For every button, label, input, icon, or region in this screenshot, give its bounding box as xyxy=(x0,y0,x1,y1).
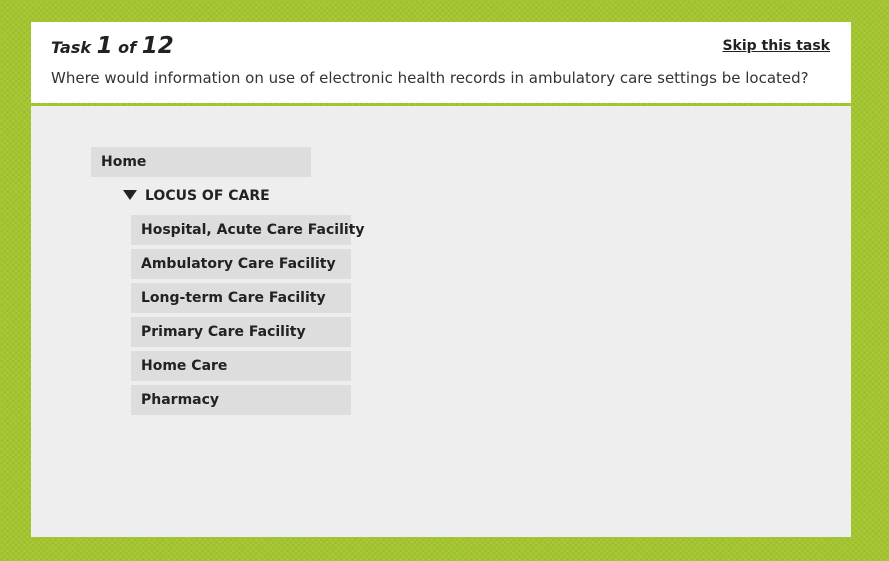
task-current-number: 1 xyxy=(96,33,113,59)
tree-node-hospital-acute-care[interactable]: Hospital, Acute Care Facility xyxy=(131,215,364,245)
task-question: Where would information on use of electr… xyxy=(51,69,809,87)
tree-panel: Home LOCUS OF CARE Hospital, Acute Care … xyxy=(31,106,851,537)
tree-node-home[interactable]: Home xyxy=(91,147,311,177)
tree-category-locus-of-care[interactable]: LOCUS OF CARE xyxy=(123,183,270,209)
triangle-down-icon xyxy=(123,190,137,200)
skip-task-link[interactable]: Skip this task xyxy=(722,38,830,54)
tree-category-label: LOCUS OF CARE xyxy=(145,188,270,204)
task-header: Task 1 of 12 Skip this task Where would … xyxy=(31,22,851,103)
task-total-number: 12 xyxy=(141,33,174,59)
task-counter: Task 1 of 12 xyxy=(51,33,174,59)
tree-node-pharmacy[interactable]: Pharmacy xyxy=(131,385,351,415)
task-of-label: of xyxy=(118,38,137,57)
tree-node-ambulatory-care[interactable]: Ambulatory Care Facility xyxy=(131,249,351,279)
task-label: Task xyxy=(51,38,91,57)
tree-node-long-term-care[interactable]: Long-term Care Facility xyxy=(131,283,351,313)
tree-node-primary-care[interactable]: Primary Care Facility xyxy=(131,317,351,347)
tree-node-home-care[interactable]: Home Care xyxy=(131,351,351,381)
